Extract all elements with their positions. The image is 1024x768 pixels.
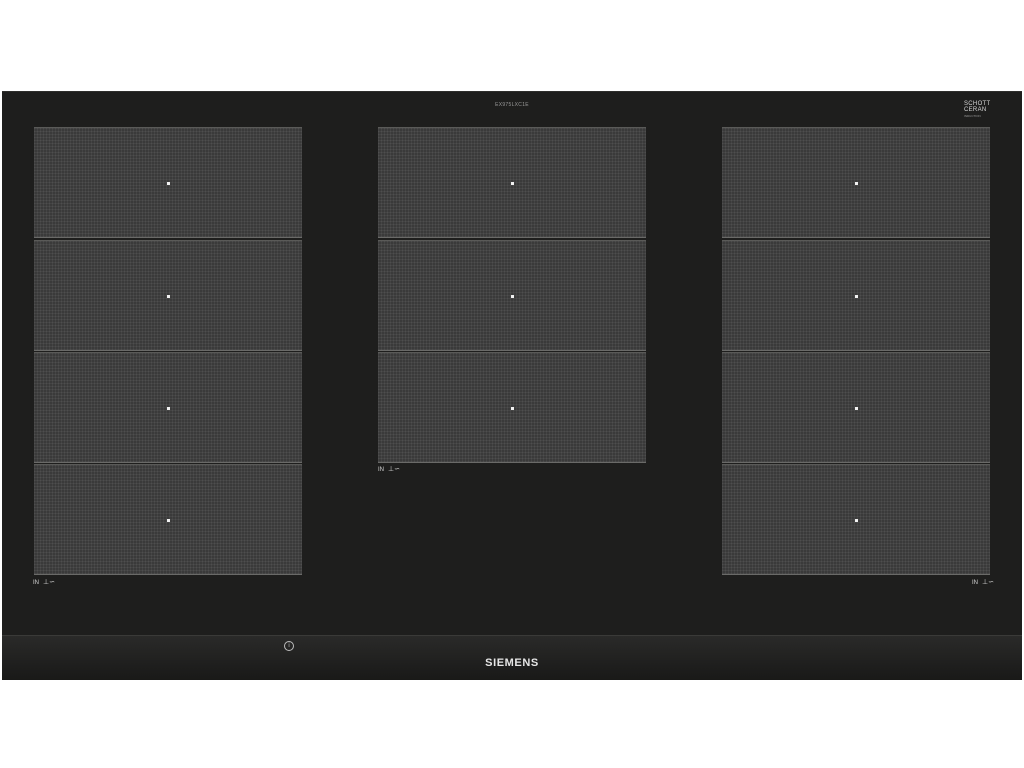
- induction-label-text: IN: [972, 580, 978, 586]
- control-strip: i SIEMENS: [2, 635, 1022, 680]
- zone-center-mark: [167, 518, 170, 522]
- induction-label-text: IN: [33, 580, 39, 586]
- zone-center-mark: [855, 181, 858, 185]
- induction-label-left: IN ⊥∽: [33, 579, 55, 586]
- zone-center-mark: [511, 406, 514, 410]
- induction-symbol-icon: ⊥∽: [43, 579, 55, 586]
- induction-label-right: IN ⊥∽: [972, 579, 994, 586]
- zone-center-mark: [511, 181, 514, 185]
- brand-logo: SIEMENS: [485, 657, 539, 669]
- zone-center-mark: [855, 406, 858, 410]
- zone-left-4: [34, 464, 302, 575]
- model-code: EX975LXC1E: [495, 102, 529, 108]
- zone-left-2: [34, 240, 302, 351]
- info-icon[interactable]: i: [284, 641, 294, 651]
- zone-left-3: [34, 352, 302, 463]
- zone-center-mark: [855, 294, 858, 298]
- zone-center-mark: [167, 181, 170, 185]
- zone-center-mark: [511, 294, 514, 298]
- zone-right-4: [722, 464, 990, 575]
- schott-ceran-badge: SCHOTT CERAN INDUCTION: [964, 101, 1004, 118]
- induction-symbol-icon: ⊥∽: [982, 579, 994, 586]
- zone-center-1: [378, 127, 646, 238]
- induction-symbol-icon: ⊥∽: [388, 466, 400, 473]
- zone-center-2: [378, 240, 646, 351]
- cooktop-surface: EX975LXC1E SCHOTT CERAN INDUCTION IN ⊥∽ I…: [2, 91, 1022, 680]
- zone-center-mark: [167, 406, 170, 410]
- zone-center-3: [378, 352, 646, 463]
- zone-right-1: [722, 127, 990, 238]
- zone-right-3: [722, 352, 990, 463]
- induction-label-text: IN: [378, 467, 384, 473]
- zone-center-mark: [855, 518, 858, 522]
- badge-line-2: CERAN: [964, 107, 987, 113]
- zone-center-mark: [167, 294, 170, 298]
- zone-right-2: [722, 240, 990, 351]
- zone-left-1: [34, 127, 302, 238]
- induction-label-center: IN ⊥∽: [378, 466, 400, 473]
- badge-line-3: INDUCTION: [964, 114, 981, 118]
